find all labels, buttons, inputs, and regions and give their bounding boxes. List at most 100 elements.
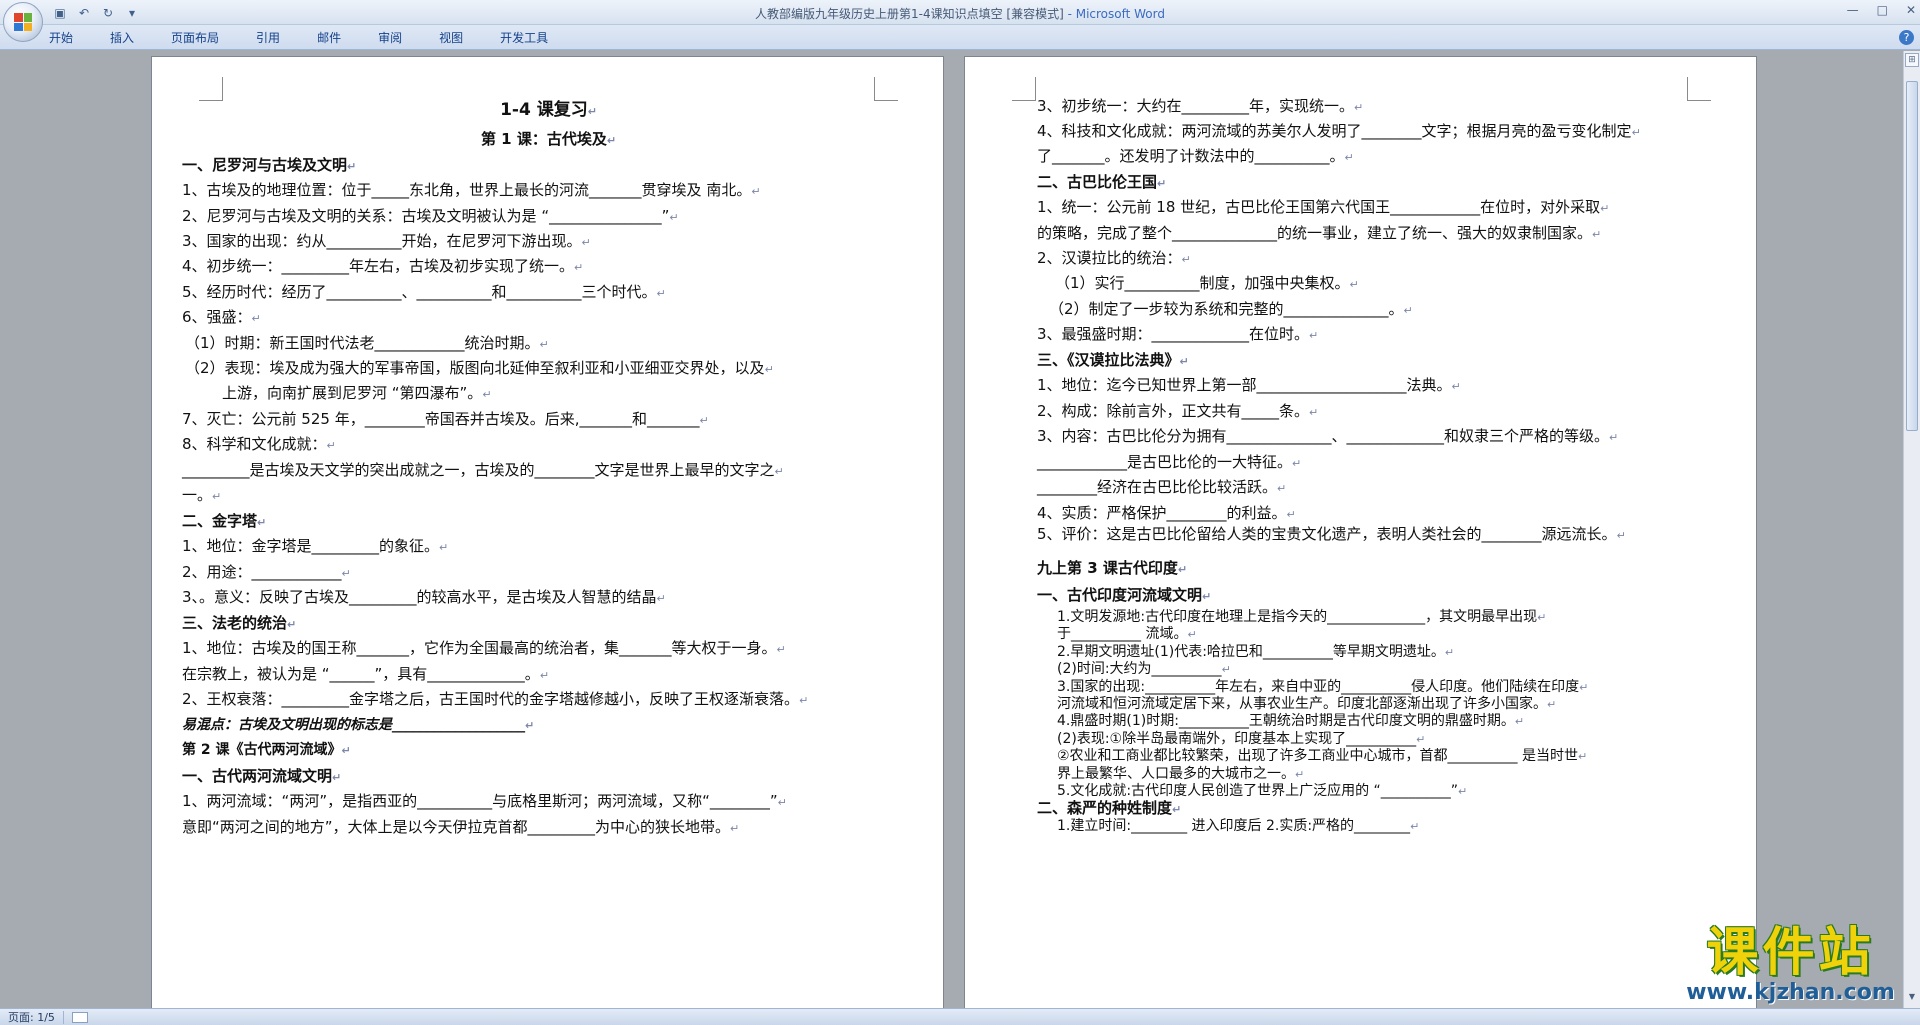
doc-line-text: _________是古埃及天文学的突出成就之一，古埃及的________文字是世… xyxy=(182,461,775,479)
doc-line[interactable]: 6、强盛：↵ xyxy=(182,308,261,328)
doc-line[interactable]: 8、科学和文化成就：↵ xyxy=(182,435,336,455)
doc-line[interactable]: 三、《汉谟拉比法典》↵ xyxy=(1037,351,1189,371)
doc-line[interactable]: 2、用途：____________↵ xyxy=(182,563,351,583)
tab-insert[interactable]: 插入 xyxy=(110,29,134,46)
doc-line[interactable]: 3、初步统一：大约在_________年，实现统一。↵ xyxy=(1037,97,1363,117)
paragraph-mark-icon: ↵ xyxy=(799,694,809,707)
doc-line[interactable]: 3、国家的出现：约从__________开始，在尼罗河下游出现。↵ xyxy=(182,232,591,252)
paragraph-mark-icon: ↵ xyxy=(1187,628,1197,641)
doc-line[interactable]: 2、构成：除前言外，正文共有_____条。↵ xyxy=(1037,402,1318,422)
doc-line[interactable]: 4、科技和文化成就：两河流域的苏美尔人发明了________文字；根据月亮的盈亏… xyxy=(1037,122,1641,142)
doc-line[interactable]: 一、古代两河流域文明↵ xyxy=(182,767,341,787)
doc-line[interactable]: 3、内容：古巴比伦分为拥有______________、____________… xyxy=(1037,427,1618,447)
doc-line[interactable]: 一。↵ xyxy=(182,486,221,506)
doc-line[interactable]: 的策略，完成了整个______________的统一事业，建立了统一、强大的奴隶… xyxy=(1037,224,1601,244)
tab-home[interactable]: 开始 xyxy=(49,29,73,46)
status-bar: 页面: 1/5 xyxy=(0,1008,1920,1025)
doc-line[interactable]: 1、两河流域：“两河”，是指西亚的__________与底格里斯河；两河流域，又… xyxy=(182,792,787,812)
paragraph-mark-icon: ↵ xyxy=(1547,698,1557,711)
tab-review[interactable]: 审阅 xyxy=(378,29,402,46)
tab-view[interactable]: 视图 xyxy=(439,29,463,46)
doc-line-text: 5.文化成就:古代印度人民创造了世界上广泛应用的 “__________” xyxy=(1057,783,1459,799)
doc-line[interactable]: （2）表现：埃及成为强大的军事帝国，版图向北延伸至叙利亚和小亚细亚交界处，以及↵ xyxy=(185,359,774,379)
watermark-url: www.kjzhan.com xyxy=(1686,980,1895,1005)
page-count[interactable]: 页面: 1/5 xyxy=(8,1009,55,1025)
doc-line[interactable]: 7、灭亡：公元前 525 年，________帝国吞并古埃及。后来,______… xyxy=(182,410,709,430)
paragraph-mark-icon: ↵ xyxy=(777,796,787,809)
doc-line[interactable]: 一、古代印度河流域文明↵ xyxy=(1037,586,1211,606)
paragraph-mark-icon: ↵ xyxy=(1354,101,1364,114)
doc-line[interactable]: ____________是古巴比伦的一大特征。↵ xyxy=(1037,453,1301,473)
paragraph-mark-icon: ↵ xyxy=(525,719,535,732)
watermark-logo-text: 课件站 xyxy=(1706,923,1875,983)
doc-line-text: 5、评价：这是古巴比伦留给人类的宝贵文化遗产，表明人类社会的________源远… xyxy=(1037,525,1617,543)
doc-line[interactable]: 1、古埃及的地理位置：位于_____东北角，世界上最长的河流_______贯穿埃… xyxy=(182,181,761,201)
doc-line[interactable]: 2、汉谟拉比的统治：↵ xyxy=(1037,249,1191,269)
doc-line[interactable]: 二、古巴比伦王国↵ xyxy=(1037,173,1166,193)
doc-line-text: 一。 xyxy=(182,486,213,504)
doc-line[interactable]: 于__________ 流域。↵ xyxy=(1057,625,1197,644)
tab-page-layout[interactable]: 页面布局 xyxy=(171,29,219,46)
doc-line[interactable]: 二、森严的种姓制度↵ xyxy=(1037,799,1181,819)
paragraph-mark-icon: ↵ xyxy=(1578,750,1588,763)
ruler-toggle-icon[interactable]: ⊞ xyxy=(1905,53,1919,67)
doc-line[interactable]: 4.鼎盛时期(1)时期:__________王朝统治时期是古代印度文明的鼎盛时期… xyxy=(1057,712,1524,731)
doc-line[interactable]: （2）制定了一步较为系统和完整的______________。↵ xyxy=(1049,300,1413,320)
doc-line[interactable]: 4、初步统一：_________年左右，古埃及初步实现了统一。↵ xyxy=(182,257,583,277)
doc-line[interactable]: 一、尼罗河与古埃及文明↵ xyxy=(182,156,356,176)
doc-line[interactable]: 二、金字塔↵ xyxy=(182,512,266,532)
doc-line[interactable]: 在宗教上，被认为是 “______”，具有_____________。↵ xyxy=(182,665,549,685)
doc-line[interactable]: 1、地位：古埃及的国王称_______，它作为全国最高的统治者，集_______… xyxy=(182,639,786,659)
doc-line[interactable]: 5、经历时代：经历了__________、__________和________… xyxy=(182,283,666,303)
doc-line[interactable]: 了_______。还发明了计数法中的__________。↵ xyxy=(1037,147,1354,167)
doc-line[interactable]: ②农业和工商业都比较繁荣，出现了许多工商业中心城市，首都__________ 是… xyxy=(1057,747,1587,766)
tab-references[interactable]: 引用 xyxy=(256,29,280,46)
doc-line-text: 二、古巴比伦王国 xyxy=(1037,173,1158,191)
doc-line[interactable]: 1、地位：金字塔是_________的象征。↵ xyxy=(182,537,448,557)
doc-line[interactable]: 1-4 课复习↵ xyxy=(152,101,943,121)
paragraph-mark-icon: ↵ xyxy=(1444,646,1455,659)
scrollbar-thumb[interactable] xyxy=(1906,81,1918,431)
doc-line[interactable]: 1、地位：迄今已知世界上第一部____________________法典。↵ xyxy=(1037,376,1461,396)
paragraph-mark-icon: ↵ xyxy=(1179,355,1189,368)
doc-line[interactable]: 上游，向南扩展到尼罗河 “第四瀑布”。↵ xyxy=(222,384,492,404)
doc-line[interactable]: 第 2 课《古代两河流域》↵ xyxy=(182,741,351,760)
doc-line[interactable]: 九上第 3 课古代印度↵ xyxy=(1037,559,1187,579)
doc-line[interactable]: 3、最强盛时期：_____________在位时。↵ xyxy=(1037,325,1318,345)
tab-mailings[interactable]: 邮件 xyxy=(317,29,341,46)
document-page-2[interactable]: 3、初步统一：大约在_________年，实现统一。↵ 4、科技和文化成就：两河流… xyxy=(964,56,1757,1008)
help-icon[interactable]: ? xyxy=(1899,30,1914,45)
paragraph-mark-icon: ↵ xyxy=(1592,228,1602,241)
doc-line[interactable]: （1）时期：新王国时代法老____________统治时期。↵ xyxy=(185,334,549,354)
close-icon[interactable]: ✕ xyxy=(1906,3,1916,17)
doc-line[interactable]: 第 1 课：古代埃及↵ xyxy=(152,130,943,150)
doc-line[interactable]: （1）实行__________制度，加强中央集权。↵ xyxy=(1055,274,1359,294)
doc-line[interactable]: (2)时间:大约为__________↵ xyxy=(1057,660,1231,679)
paragraph-mark-icon: ↵ xyxy=(656,592,666,605)
office-button[interactable] xyxy=(3,2,43,42)
doc-line[interactable]: 易混点：古埃及文明出现的标志是___________________↵ xyxy=(182,716,534,735)
doc-line[interactable]: 意即“两河之间的地方”，大体上是以今天伊拉克首都_________为中心的狭长地… xyxy=(182,818,739,838)
doc-line[interactable]: 3、。意义：反映了古埃及_________的较高水平，是古埃及人智慧的结晶↵ xyxy=(182,588,666,608)
doc-line[interactable]: 2、尼罗河与古埃及文明的关系：古埃及文明被认为是 “______________… xyxy=(182,207,679,227)
paragraph-mark-icon: ↵ xyxy=(1286,508,1296,521)
tab-developer[interactable]: 开发工具 xyxy=(500,29,548,46)
doc-line[interactable]: ________经济在古巴比伦比较活跃。↵ xyxy=(1037,478,1286,498)
doc-line[interactable]: 三、法老的统治↵ xyxy=(182,614,296,634)
doc-line[interactable]: 1、统一：公元前 18 世纪，古巴比伦王国第六代国王____________在位… xyxy=(1037,198,1609,218)
vertical-scrollbar[interactable]: ⊞ ▼ xyxy=(1903,51,1920,1008)
doc-line[interactable]: 5、评价：这是古巴比伦留给人类的宝贵文化遗产，表明人类社会的________源远… xyxy=(1037,525,1626,545)
minimize-icon[interactable]: — xyxy=(1847,3,1859,17)
document-workspace[interactable]: 1-4 课复习↵ 第 1 课：古代埃及↵ 一、尼罗河与古埃及文明↵ 1、古埃及的地理位… xyxy=(0,51,1903,1008)
doc-line-text: 1、统一：公元前 18 世纪，古巴比伦王国第六代国王____________在位… xyxy=(1037,198,1601,216)
document-page-1[interactable]: 1-4 课复习↵ 第 1 课：古代埃及↵ 一、尼罗河与古埃及文明↵ 1、古埃及的地理位… xyxy=(151,56,944,1008)
doc-line[interactable]: 4、实质：严格保护________的利益。↵ xyxy=(1037,504,1296,524)
doc-line[interactable]: 2、王权衰落：_________金字塔之后，古王国时代的金字塔越修越小，反映了王… xyxy=(182,690,808,710)
paragraph-mark-icon: ↵ xyxy=(1202,590,1212,603)
doc-line[interactable]: _________是古埃及天文学的突出成就之一，古埃及的________文字是世… xyxy=(182,461,784,481)
maximize-icon[interactable]: □ xyxy=(1877,3,1888,17)
doc-line[interactable]: 1.建立时间:________ 进入印度后 2.实质:严格的________↵ xyxy=(1057,817,1419,836)
doc-line-text: 1、两河流域：“两河”，是指西亚的__________与底格里斯河；两河流域，又… xyxy=(182,792,778,810)
doc-line-text: 4、初步统一：_________年左右，古埃及初步实现了统一。 xyxy=(182,257,575,275)
proofing-icon[interactable] xyxy=(71,1011,88,1023)
